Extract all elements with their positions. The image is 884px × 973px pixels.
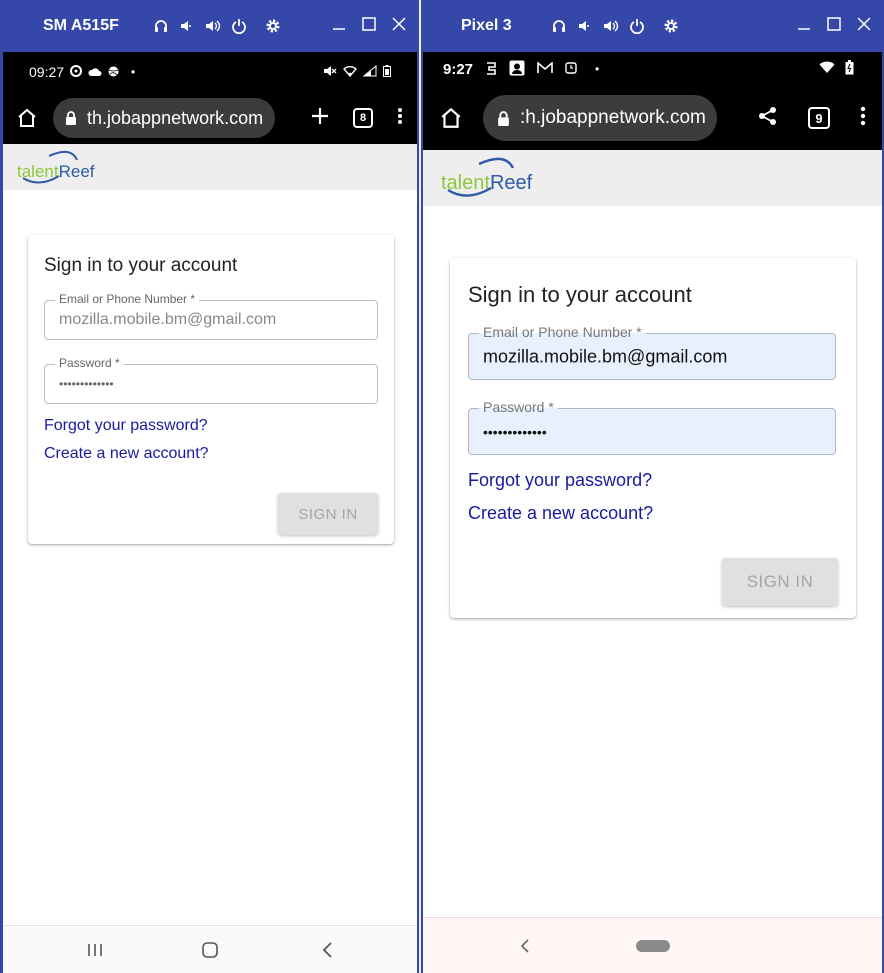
browser-toolbar: th.jobappnetwork.com 8 <box>3 92 417 144</box>
emulator-stage: SM A515F 09:27 • th.jobappnetwork.com 8 … <box>0 0 884 973</box>
password-label: Password * <box>55 356 124 370</box>
talentreef-logo[interactable]: talentReef <box>17 150 95 184</box>
power-icon[interactable] <box>231 18 247 34</box>
mute-icon <box>323 64 337 80</box>
close-icon[interactable] <box>856 16 872 32</box>
address-bar[interactable]: :h.jobappnetwork.com <box>483 95 717 141</box>
battery-icon <box>845 60 854 78</box>
maximize-icon[interactable] <box>826 16 842 32</box>
battery-icon <box>383 64 391 80</box>
wifi-icon <box>343 64 357 80</box>
minimize-icon[interactable] <box>331 16 347 32</box>
email-label: Email or Phone Number * <box>479 324 646 340</box>
url-text: :h.jobappnetwork.com <box>520 107 706 128</box>
device-name: Pixel 3 <box>461 17 512 34</box>
new-tab-button[interactable] <box>311 107 329 130</box>
create-account-link[interactable]: Create a new account? <box>44 445 209 463</box>
volume-down-icon[interactable] <box>179 18 195 34</box>
settings-gear-icon[interactable] <box>265 18 281 34</box>
device-window-sm-a515f: SM A515F 09:27 • th.jobappnetwork.com 8 … <box>0 0 419 973</box>
ball-icon <box>108 64 119 80</box>
sign-in-button[interactable]: SIGN IN <box>722 558 838 606</box>
password-label: Password * <box>479 399 558 415</box>
tab-switcher-button[interactable]: 8 <box>353 108 373 128</box>
emulator-controls <box>551 18 679 34</box>
password-field[interactable]: Password * ••••••••••••• <box>44 356 378 404</box>
email-field[interactable]: Email or Phone Number * mozilla.mobile.b… <box>468 324 836 380</box>
lock-icon <box>498 110 509 126</box>
home-icon <box>18 108 36 127</box>
emulator-controls <box>153 18 281 34</box>
window-controls <box>796 16 872 32</box>
android-nav-bar <box>3 925 417 973</box>
home-icon <box>441 107 461 128</box>
sign-in-title: Sign in to your account <box>468 282 692 307</box>
power-icon[interactable] <box>629 18 645 34</box>
home-button[interactable] <box>429 96 473 140</box>
home-pill-icon[interactable] <box>636 939 670 952</box>
tab-switcher-button[interactable]: 9 <box>808 107 830 129</box>
hotspot-icon <box>70 64 83 80</box>
notification-dot: • <box>595 62 600 76</box>
talentreef-logo[interactable]: talentReef <box>441 157 532 198</box>
back-icon[interactable] <box>520 938 530 953</box>
contact-icon <box>509 60 525 79</box>
home-nav-icon[interactable] <box>201 941 219 959</box>
wifi-icon <box>819 61 835 77</box>
android-nav-bar <box>423 917 882 973</box>
forgot-password-link[interactable]: Forgot your password? <box>468 470 652 491</box>
headphones-icon[interactable] <box>551 18 567 34</box>
volume-up-icon[interactable] <box>205 18 221 34</box>
gmail-icon <box>537 61 553 77</box>
settings-gear-icon[interactable] <box>663 18 679 34</box>
browser-toolbar: :h.jobappnetwork.com 9 <box>423 86 882 150</box>
status-time: 09:27 <box>29 64 65 80</box>
overflow-menu-icon[interactable] <box>397 107 403 130</box>
email-field[interactable]: Email or Phone Number * mozilla.mobile.b… <box>44 292 378 340</box>
window-controls <box>331 16 407 32</box>
maximize-icon[interactable] <box>361 16 377 32</box>
notification-dot: • <box>131 65 136 79</box>
device-name: SM A515F <box>43 17 119 34</box>
device-window-pixel-3: Pixel 3 9:27 •:h.jobappnetwork.com 9 ta… <box>421 0 884 973</box>
home-button[interactable] <box>5 96 49 140</box>
headphones-icon[interactable] <box>153 18 169 34</box>
site-header: talentReef <box>3 144 417 190</box>
minimize-icon[interactable] <box>796 16 812 32</box>
email-value: mozilla.mobile.bm@gmail.com <box>59 311 277 328</box>
forgot-password-link[interactable]: Forgot your password? <box>44 417 208 435</box>
status-time: 9:27 <box>443 60 474 78</box>
overflow-menu-icon[interactable] <box>860 106 866 131</box>
app-notification-icon <box>485 61 497 78</box>
back-icon[interactable] <box>320 941 334 959</box>
sign-in-card: Sign in to your account Email or Phone N… <box>28 235 394 544</box>
cloud-icon <box>88 64 102 80</box>
window-titlebar[interactable]: SM A515F <box>3 0 417 52</box>
create-account-link[interactable]: Create a new account? <box>468 503 653 524</box>
signal-icon <box>362 64 377 80</box>
sign-in-card: Sign in to your account Email or Phone N… <box>450 258 856 618</box>
lock-icon <box>66 111 76 125</box>
window-titlebar[interactable]: Pixel 3 <box>423 0 882 52</box>
password-value: ••••••••••••• <box>483 423 547 440</box>
share-icon[interactable] <box>758 106 778 131</box>
password-value: ••••••••••••• <box>59 377 114 391</box>
email-value: mozilla.mobile.bm@gmail.com <box>483 346 728 366</box>
email-label: Email or Phone Number * <box>55 292 200 306</box>
close-icon[interactable] <box>391 16 407 32</box>
web-page: talentReef Sign in to your account Email… <box>3 144 417 925</box>
recents-icon[interactable] <box>86 942 104 958</box>
site-header: talentReef <box>423 150 882 206</box>
web-page: talentReef Sign in to your account Email… <box>423 150 882 917</box>
sign-in-button[interactable]: SIGN IN <box>278 493 378 535</box>
password-field[interactable]: Password * ••••••••••••• <box>468 399 836 455</box>
sign-in-title: Sign in to your account <box>44 255 238 276</box>
android-status-bar: 09:27 • <box>3 52 417 92</box>
volume-up-icon[interactable] <box>603 18 619 34</box>
alarm-icon <box>565 61 577 77</box>
address-bar[interactable]: th.jobappnetwork.com <box>53 98 275 138</box>
url-text: th.jobappnetwork.com <box>87 107 264 128</box>
volume-down-icon[interactable] <box>577 18 593 34</box>
android-status-bar: 9:27 • <box>423 52 882 86</box>
